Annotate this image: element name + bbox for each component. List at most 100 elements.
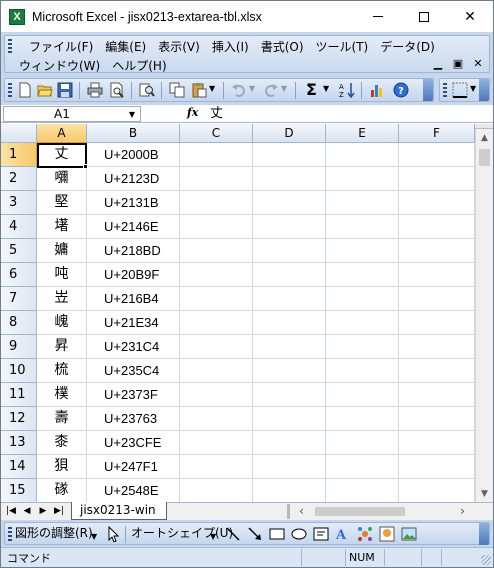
cell-b6[interactable]: U+20B9F bbox=[87, 263, 180, 287]
cell-f12[interactable] bbox=[399, 407, 475, 431]
cell-b15[interactable]: U+2548E bbox=[87, 479, 180, 502]
excel-app-icon[interactable]: X bbox=[9, 8, 25, 25]
cell-a12[interactable]: 壽 bbox=[37, 407, 87, 431]
cell-c7[interactable] bbox=[180, 287, 253, 311]
menu-insert[interactable]: 挿入(I) bbox=[206, 38, 255, 56]
column-header-c[interactable]: C bbox=[180, 124, 253, 143]
row-header[interactable]: 12 bbox=[1, 407, 37, 431]
column-header-e[interactable]: E bbox=[326, 124, 399, 143]
drawing-toolbar-options-icon[interactable] bbox=[479, 523, 489, 545]
wordart-icon[interactable]: A bbox=[335, 526, 351, 542]
help-icon[interactable]: ? bbox=[393, 82, 409, 98]
menu-window[interactable]: ウィンドウ(W) bbox=[13, 57, 106, 75]
toolbar-options-icon[interactable] bbox=[423, 79, 433, 101]
drawing-toolbar-grip[interactable] bbox=[8, 527, 12, 541]
row-header[interactable]: 13 bbox=[1, 431, 37, 455]
cell-b14[interactable]: U+247F1 bbox=[87, 455, 180, 479]
row-header[interactable]: 3 bbox=[1, 191, 37, 215]
undo-dropdown-icon[interactable]: ▼ bbox=[249, 84, 255, 93]
cell-d7[interactable] bbox=[253, 287, 326, 311]
cell-d1[interactable] bbox=[253, 143, 326, 167]
cell-b9[interactable]: U+231C4 bbox=[87, 335, 180, 359]
cell-d5[interactable] bbox=[253, 239, 326, 263]
cell-b11[interactable]: U+2373F bbox=[87, 383, 180, 407]
menu-format[interactable]: 書式(O) bbox=[255, 38, 310, 56]
cell-c2[interactable] bbox=[180, 167, 253, 191]
scroll-left-icon[interactable]: ‹ bbox=[293, 503, 310, 520]
borders-icon[interactable] bbox=[452, 82, 468, 98]
menu-data[interactable]: データ(D) bbox=[374, 38, 441, 56]
name-box[interactable]: A1 bbox=[3, 106, 141, 122]
column-header-b[interactable]: B bbox=[87, 124, 180, 143]
cell-e14[interactable] bbox=[326, 455, 399, 479]
cell-a4[interactable]: 墸 bbox=[37, 215, 87, 239]
workbook-close-icon[interactable]: ✕ bbox=[471, 57, 485, 70]
prev-sheet-icon[interactable]: ◀ bbox=[19, 503, 35, 520]
cell-f6[interactable] bbox=[399, 263, 475, 287]
menu-file[interactable]: ファイル(F) bbox=[23, 38, 99, 56]
line-icon[interactable] bbox=[225, 526, 241, 542]
row-header[interactable]: 1 bbox=[1, 143, 37, 167]
save-icon[interactable] bbox=[57, 82, 73, 98]
cell-f3[interactable] bbox=[399, 191, 475, 215]
cell-e6[interactable] bbox=[326, 263, 399, 287]
cell-f15[interactable] bbox=[399, 479, 475, 502]
cell-a6[interactable]: 吨 bbox=[37, 263, 87, 287]
row-header[interactable]: 15 bbox=[1, 479, 37, 502]
borders-dropdown-icon[interactable]: ▼ bbox=[470, 84, 476, 93]
cell-d10[interactable] bbox=[253, 359, 326, 383]
cell-a9[interactable]: 昇 bbox=[37, 335, 87, 359]
cell-f14[interactable] bbox=[399, 455, 475, 479]
cell-b1[interactable]: U+2000B bbox=[87, 143, 180, 167]
cell-d4[interactable] bbox=[253, 215, 326, 239]
column-header-f[interactable]: F bbox=[399, 124, 475, 143]
cell-c3[interactable] bbox=[180, 191, 253, 215]
cell-c9[interactable] bbox=[180, 335, 253, 359]
new-icon[interactable] bbox=[17, 82, 33, 98]
cell-d2[interactable] bbox=[253, 167, 326, 191]
cell-e8[interactable] bbox=[326, 311, 399, 335]
row-header[interactable]: 6 bbox=[1, 263, 37, 287]
cell-b2[interactable]: U+2123D bbox=[87, 167, 180, 191]
workbook-restore-icon[interactable]: ▣ bbox=[451, 57, 465, 70]
cell-c12[interactable] bbox=[180, 407, 253, 431]
select-objects-icon[interactable] bbox=[105, 526, 121, 542]
insert-function-icon[interactable]: fx bbox=[187, 106, 198, 119]
column-header-a[interactable]: A bbox=[37, 124, 87, 143]
cell-a10[interactable]: 梳 bbox=[37, 359, 87, 383]
chart-wizard-icon[interactable] bbox=[369, 82, 385, 98]
cell-a7[interactable]: 岦 bbox=[37, 287, 87, 311]
cell-e15[interactable] bbox=[326, 479, 399, 502]
diagram-icon[interactable] bbox=[357, 526, 373, 542]
cell-e11[interactable] bbox=[326, 383, 399, 407]
cell-c4[interactable] bbox=[180, 215, 253, 239]
formula-input[interactable]: 丈 bbox=[210, 105, 223, 122]
standard-toolbar-grip[interactable] bbox=[8, 83, 12, 97]
horizontal-scrollbar[interactable]: ‹ › bbox=[293, 503, 471, 520]
cell-c15[interactable] bbox=[180, 479, 253, 502]
next-sheet-icon[interactable]: ▶ bbox=[35, 503, 51, 520]
draw-menu-dropdown-icon[interactable]: ▼ bbox=[91, 527, 97, 546]
cell-c11[interactable] bbox=[180, 383, 253, 407]
menubar-grip[interactable] bbox=[8, 39, 12, 53]
formatting-toolbar-options-icon[interactable] bbox=[479, 79, 489, 101]
print-icon[interactable] bbox=[87, 82, 103, 98]
cell-a5[interactable]: 嫞 bbox=[37, 239, 87, 263]
cell-a8[interactable]: 㟴 bbox=[37, 311, 87, 335]
horizontal-scroll-thumb[interactable] bbox=[315, 507, 405, 516]
cell-b5[interactable]: U+218BD bbox=[87, 239, 180, 263]
cell-c10[interactable] bbox=[180, 359, 253, 383]
cell-e2[interactable] bbox=[326, 167, 399, 191]
vertical-split-box[interactable] bbox=[475, 124, 493, 129]
cell-b10[interactable]: U+235C4 bbox=[87, 359, 180, 383]
cell-e5[interactable] bbox=[326, 239, 399, 263]
autoshapes-dropdown-icon[interactable]: ▼ bbox=[210, 527, 216, 546]
paste-dropdown-icon[interactable]: ▼ bbox=[209, 84, 215, 93]
tab-split-box[interactable] bbox=[287, 504, 290, 519]
open-icon[interactable] bbox=[37, 82, 53, 98]
sort-ascending-icon[interactable]: AZ bbox=[339, 82, 355, 98]
row-header[interactable]: 8 bbox=[1, 311, 37, 335]
undo-icon[interactable] bbox=[231, 82, 247, 98]
row-header[interactable]: 2 bbox=[1, 167, 37, 191]
cell-d11[interactable] bbox=[253, 383, 326, 407]
